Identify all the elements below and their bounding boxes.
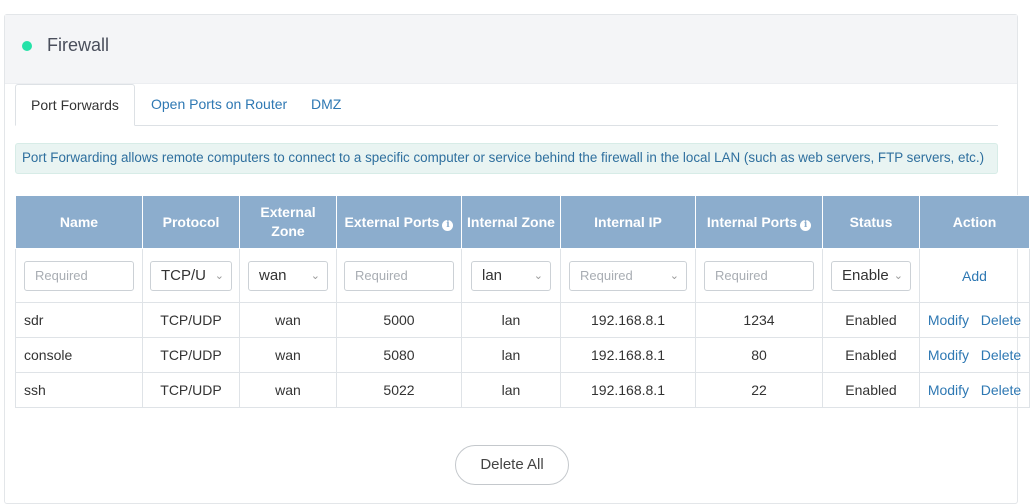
external-ports-input[interactable]: Required — [344, 260, 454, 291]
cell-status: Enabled — [822, 302, 920, 338]
modify-button[interactable]: Modify — [928, 347, 969, 363]
status-dot-icon — [22, 41, 32, 51]
header-internal-ports: Internal Ports i — [695, 195, 823, 249]
port-forward-table: Name Protocol External Zone External Por… — [15, 195, 1030, 408]
chevron-down-icon: ⌄ — [533, 269, 543, 282]
chevron-down-icon: ⌄ — [214, 269, 224, 282]
header-external-ports-label: External Ports — [344, 213, 440, 230]
header-internal-zone: Internal Zone — [461, 195, 561, 249]
card-header: Firewall — [5, 15, 1017, 84]
header-external-ports: External Ports i — [336, 195, 462, 249]
table-row: console TCP/UDP wan 5080 lan 192.168.8.1… — [15, 337, 1030, 373]
cell-protocol: TCP/UDP — [142, 302, 240, 338]
cell-internal-ports: 1234 — [695, 302, 823, 338]
new-rule-row: Required TCP/U ⌄ wan ⌄ Required lan ⌄ Requi… — [15, 248, 1030, 303]
table-header-row: Name Protocol External Zone External Por… — [15, 195, 1030, 249]
new-name-cell: Required — [15, 248, 143, 303]
cell-internal-zone: lan — [461, 337, 561, 373]
cell-internal-zone: lan — [461, 372, 561, 408]
cell-internal-ports: 22 — [695, 372, 823, 408]
new-protocol-cell: TCP/U ⌄ — [142, 248, 240, 303]
internal-zone-select[interactable]: lan ⌄ — [471, 260, 551, 291]
delete-button[interactable]: Delete — [981, 382, 1021, 398]
new-external-ports-cell: Required — [336, 248, 462, 303]
cell-internal-ip: 192.168.8.1 — [560, 372, 696, 408]
modify-button[interactable]: Modify — [928, 312, 969, 328]
cell-status: Enabled — [822, 372, 920, 408]
header-status: Status — [822, 195, 920, 249]
modify-button[interactable]: Modify — [928, 382, 969, 398]
new-internal-ip-cell: Required ⌄ — [560, 248, 696, 303]
chevron-down-icon: ⌄ — [893, 269, 903, 282]
protocol-select-value: TCP/U — [161, 266, 206, 284]
chevron-down-icon: ⌄ — [669, 269, 679, 282]
delete-all-button[interactable]: Delete All — [455, 445, 569, 485]
cell-name: sdr — [15, 302, 143, 338]
new-external-zone-cell: wan ⌄ — [239, 248, 337, 303]
header-internal-ip: Internal IP — [560, 195, 696, 249]
delete-button[interactable]: Delete — [981, 347, 1021, 363]
status-select-value: Enable — [842, 266, 889, 284]
cell-internal-ip: 192.168.8.1 — [560, 302, 696, 338]
cell-actions: Modify Delete — [919, 302, 1030, 338]
cell-actions: Modify Delete — [919, 372, 1030, 408]
new-action-cell: Add — [919, 248, 1030, 303]
tab-bar: Port Forwards Open Ports on Router DMZ — [15, 84, 998, 126]
cell-actions: Modify Delete — [919, 337, 1030, 373]
info-message: Port Forwarding allows remote computers … — [15, 143, 998, 174]
cell-external-ports: 5080 — [336, 337, 462, 373]
cell-name: console — [15, 337, 143, 373]
cell-name: ssh — [15, 372, 143, 408]
chevron-down-icon: ⌄ — [310, 269, 320, 282]
table-row: sdr TCP/UDP wan 5000 lan 192.168.8.1 123… — [15, 302, 1030, 338]
new-internal-zone-cell: lan ⌄ — [461, 248, 561, 303]
cell-status: Enabled — [822, 337, 920, 373]
cell-internal-ip: 192.168.8.1 — [560, 337, 696, 373]
delete-button[interactable]: Delete — [981, 312, 1021, 328]
name-input[interactable]: Required — [24, 260, 134, 291]
cell-internal-ports: 80 — [695, 337, 823, 373]
protocol-select[interactable]: TCP/U ⌄ — [150, 260, 232, 291]
internal-ports-input[interactable]: Required — [704, 260, 814, 291]
header-internal-ports-label: Internal Ports — [706, 213, 798, 230]
tab-dmz[interactable]: DMZ — [311, 84, 341, 125]
internal-ip-select-value: Required — [580, 267, 633, 283]
cell-external-zone: wan — [239, 372, 337, 408]
cell-internal-zone: lan — [461, 302, 561, 338]
header-protocol: Protocol — [142, 195, 240, 249]
header-action: Action — [919, 195, 1030, 249]
cell-protocol: TCP/UDP — [142, 372, 240, 408]
header-name: Name — [15, 195, 143, 249]
cell-external-zone: wan — [239, 337, 337, 373]
internal-ip-select[interactable]: Required ⌄ — [569, 260, 687, 291]
internal-zone-select-value: lan — [482, 266, 503, 284]
cell-external-zone: wan — [239, 302, 337, 338]
header-external-zone: External Zone — [239, 195, 337, 249]
external-zone-select[interactable]: wan ⌄ — [248, 260, 328, 291]
page-title: Firewall — [47, 35, 110, 55]
info-icon[interactable]: i — [442, 219, 454, 231]
tab-open-ports-on-router[interactable]: Open Ports on Router — [151, 84, 287, 125]
add-button[interactable]: Add — [962, 268, 987, 284]
table-row: ssh TCP/UDP wan 5022 lan 192.168.8.1 22 … — [15, 372, 1030, 408]
cell-protocol: TCP/UDP — [142, 337, 240, 373]
new-status-cell: Enable ⌄ — [822, 248, 920, 303]
cell-external-ports: 5000 — [336, 302, 462, 338]
external-zone-select-value: wan — [259, 266, 287, 284]
tab-port-forwards[interactable]: Port Forwards — [15, 84, 135, 126]
cell-external-ports: 5022 — [336, 372, 462, 408]
info-icon[interactable]: i — [800, 219, 812, 231]
new-internal-ports-cell: Required — [695, 248, 823, 303]
status-select[interactable]: Enable ⌄ — [831, 260, 911, 291]
